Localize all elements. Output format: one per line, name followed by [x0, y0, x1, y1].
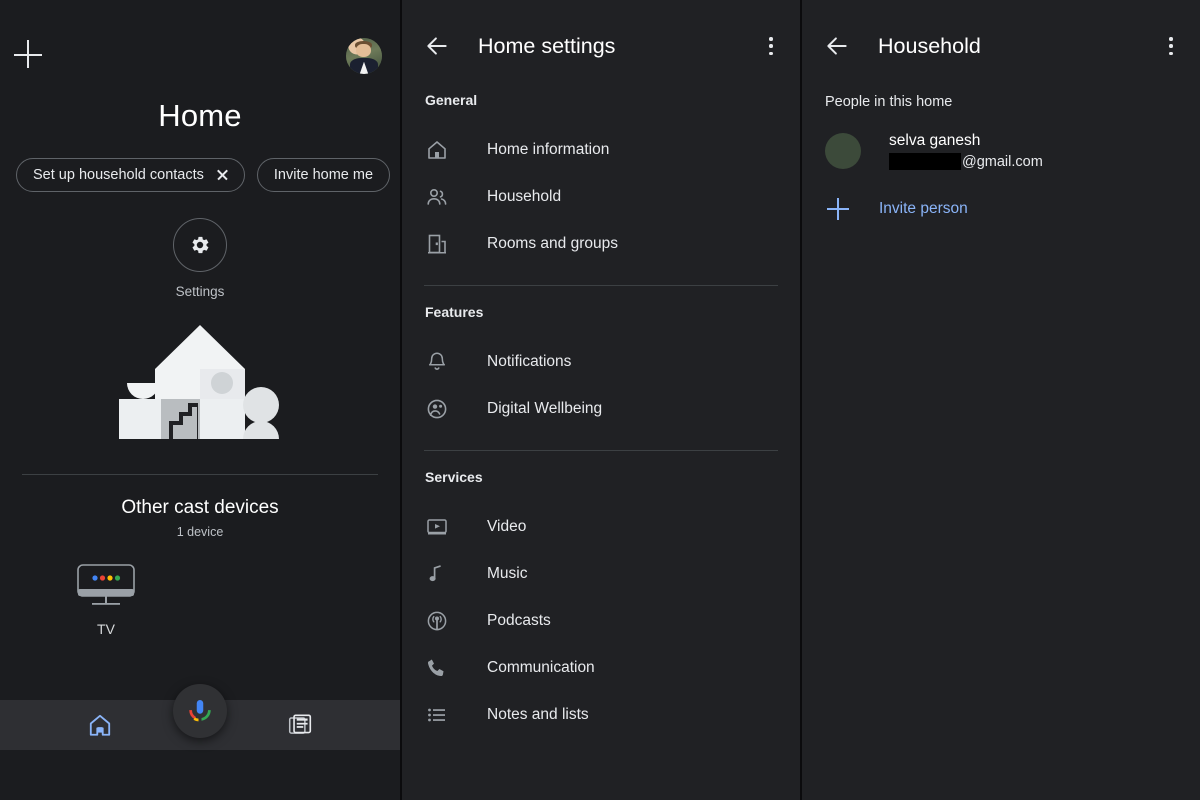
menu-item-rooms-and-groups[interactable]: Rooms and groups	[402, 220, 800, 267]
plus-icon	[827, 198, 849, 220]
menu-item-label: Digital Wellbeing	[487, 399, 603, 417]
list-item[interactable]: selva ganesh @gmail.com	[802, 132, 1200, 170]
people-in-this-home-label: People in this home	[825, 94, 953, 110]
podcast-icon	[427, 611, 447, 630]
page-title: Household	[878, 33, 981, 58]
phone-icon	[427, 659, 444, 676]
household-panel: Household People in this home selva gane…	[800, 0, 1200, 800]
menu-item-label: Household	[487, 187, 562, 205]
plus-icon[interactable]	[14, 40, 44, 70]
home-house-illustration	[115, 321, 285, 446]
back-arrow-icon[interactable]	[824, 33, 850, 59]
redaction-bar	[889, 153, 961, 170]
home-screen-panel: Home Set up household contacts Invite ho…	[0, 0, 400, 800]
person-avatar	[825, 133, 861, 169]
house-outline-icon	[428, 140, 446, 159]
assistant-mic-button[interactable]	[173, 684, 227, 738]
cast-section-title: Other cast devices	[121, 497, 279, 518]
settings-button[interactable]	[173, 218, 227, 272]
section-heading-general: General	[425, 92, 478, 108]
chip-invite-home-member[interactable]: Invite home me	[256, 158, 391, 192]
menu-item-household[interactable]: Household	[402, 173, 800, 220]
more-vert-icon[interactable]	[1160, 35, 1182, 57]
section-heading-features: Features	[425, 304, 484, 320]
home-settings-appbar: Home settings	[402, 0, 800, 92]
door-icon	[428, 234, 446, 253]
page-title: Home	[158, 98, 242, 133]
person-name: selva ganesh	[889, 132, 981, 149]
chip-label: Invite home me	[273, 167, 374, 183]
menu-item-podcasts[interactable]: Podcasts	[402, 597, 800, 644]
person-email-suffix: @gmail.com	[962, 153, 1043, 170]
menu-item-label: Communication	[487, 658, 595, 676]
avatar[interactable]	[346, 38, 382, 74]
close-icon[interactable]	[216, 169, 228, 181]
bell-icon	[428, 351, 446, 370]
more-vert-icon[interactable]	[760, 35, 782, 57]
menu-item-home-information[interactable]: Home information	[402, 126, 800, 173]
page-title: Home settings	[478, 33, 616, 58]
device-tile-tv[interactable]: TV	[66, 563, 146, 637]
invite-person-button[interactable]: Invite person	[802, 198, 1200, 220]
google-assistant-mic-icon	[189, 700, 211, 722]
menu-item-label: Home information	[487, 140, 610, 158]
menu-item-communication[interactable]: Communication	[402, 644, 800, 691]
settings-label: Settings	[175, 284, 225, 299]
back-arrow-icon[interactable]	[424, 33, 450, 59]
menu-item-notes-and-lists[interactable]: Notes and lists	[402, 691, 800, 738]
avatar-face	[356, 43, 371, 57]
cast-device-count: 1 device	[176, 525, 224, 539]
menu-item-digital-wellbeing[interactable]: Digital Wellbeing	[402, 385, 800, 432]
settings-shortcut: Settings	[0, 218, 400, 299]
home-topbar	[0, 0, 400, 86]
feed-icon	[288, 714, 312, 734]
three-screen-collage: Home Set up household contacts Invite ho…	[0, 0, 1200, 800]
section-heading-services: Services	[425, 469, 483, 485]
menu-item-label: Notifications	[487, 352, 572, 370]
system-nav-area	[0, 750, 400, 800]
wellbeing-icon	[427, 399, 447, 418]
gear-icon	[192, 236, 209, 254]
home-settings-panel: Home settings General Home information H…	[400, 0, 800, 800]
menu-item-label: Podcasts	[487, 611, 551, 629]
chip-label: Set up household contacts	[33, 167, 204, 183]
person-details: selva ganesh @gmail.com	[889, 132, 1043, 170]
menu-item-label: Rooms and groups	[487, 234, 618, 252]
suggestion-chips: Set up household contacts Invite home me	[0, 158, 400, 192]
chip-setup-household-contacts[interactable]: Set up household contacts	[16, 158, 245, 192]
nav-home[interactable]	[0, 712, 200, 738]
nav-feed[interactable]	[200, 712, 400, 738]
section-divider	[22, 474, 378, 475]
list-icon	[428, 708, 445, 721]
household-appbar: Household	[802, 0, 1200, 92]
tv-icon	[77, 564, 135, 605]
menu-item-label: Music	[487, 564, 528, 582]
invite-person-label: Invite person	[879, 200, 968, 217]
menu-item-music[interactable]: Music	[402, 550, 800, 597]
people-icon	[427, 188, 447, 205]
home-icon	[89, 714, 111, 736]
music-note-icon	[429, 564, 441, 581]
menu-item-video[interactable]: Video	[402, 503, 800, 550]
menu-item-notifications[interactable]: Notifications	[402, 338, 800, 385]
device-label: TV	[97, 621, 115, 637]
menu-item-label: Video	[487, 517, 527, 535]
video-icon	[427, 518, 447, 534]
person-email: @gmail.com	[889, 153, 1043, 170]
menu-item-label: Notes and lists	[487, 705, 589, 723]
